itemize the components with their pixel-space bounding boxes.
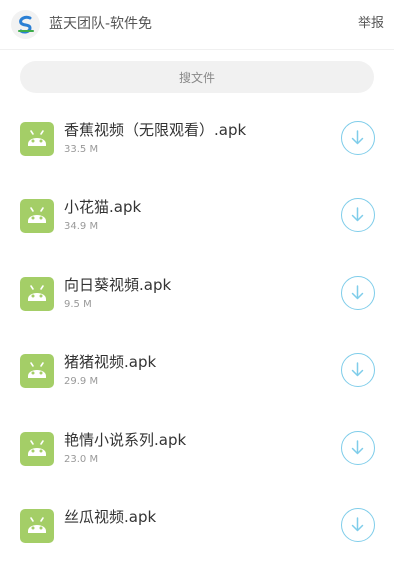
file-list-item[interactable]: 艳情小说系列.apk 23.0 M (0, 410, 394, 487)
android-icon (20, 276, 54, 311)
download-button[interactable] (341, 353, 375, 388)
file-list: 香蕉视频（无限观看）.apk 33.5 M 小花猫.apk 34.9 M 向日葵… (0, 100, 394, 564)
blue-sky-logo-icon (17, 15, 34, 33)
top-header: 蓝天团队-软件免 举报 (0, 0, 394, 50)
android-icon (20, 431, 54, 466)
download-button[interactable] (341, 275, 375, 310)
file-list-item[interactable]: 向日葵视頻.apk 9.5 M (0, 255, 394, 332)
search-placeholder: 搜文件 (178, 70, 215, 85)
file-name: 猪猪视频.apk (64, 353, 157, 372)
file-name: 艳情小说系列.apk (64, 430, 187, 449)
file-name: 香蕉视频（无限观看）.apk (64, 121, 247, 139)
file-size: 33.5 M (64, 144, 99, 155)
download-button[interactable] (341, 507, 375, 542)
download-arrow-icon (351, 285, 364, 300)
file-size: 9.5 M (64, 298, 92, 310)
file-list-item[interactable]: 猪猪视频.apk 29.9 M (0, 332, 394, 409)
file-name: 丝瓜视频.apk (64, 507, 157, 526)
android-icon (20, 122, 54, 156)
download-button[interactable] (341, 121, 375, 155)
download-arrow-icon (351, 207, 364, 222)
download-button[interactable] (341, 430, 375, 465)
file-size: 34.9 M (64, 221, 99, 233)
file-size: 23.0 M (64, 453, 99, 465)
download-arrow-icon (351, 362, 364, 377)
file-name: 向日葵视頻.apk (64, 275, 172, 294)
site-title: 蓝天团队-软件免 (49, 16, 153, 32)
download-arrow-icon (351, 439, 364, 454)
report-link[interactable]: 举报 (358, 15, 384, 33)
download-arrow-icon (351, 130, 364, 145)
search-input[interactable]: 搜文件 (20, 61, 374, 93)
file-list-item[interactable]: 丝瓜视频.apk (0, 487, 394, 564)
file-list-item[interactable]: 香蕉视频（无限观看）.apk 33.5 M (0, 100, 394, 177)
android-icon (20, 508, 54, 543)
download-arrow-icon (351, 517, 364, 532)
site-logo-icon[interactable] (11, 10, 40, 39)
android-icon (20, 199, 54, 234)
android-icon (20, 354, 54, 389)
download-button[interactable] (341, 198, 375, 233)
file-name: 小花猫.apk (64, 198, 142, 217)
file-list-item[interactable]: 小花猫.apk 34.9 M (0, 177, 394, 254)
file-size: 29.9 M (64, 376, 99, 388)
